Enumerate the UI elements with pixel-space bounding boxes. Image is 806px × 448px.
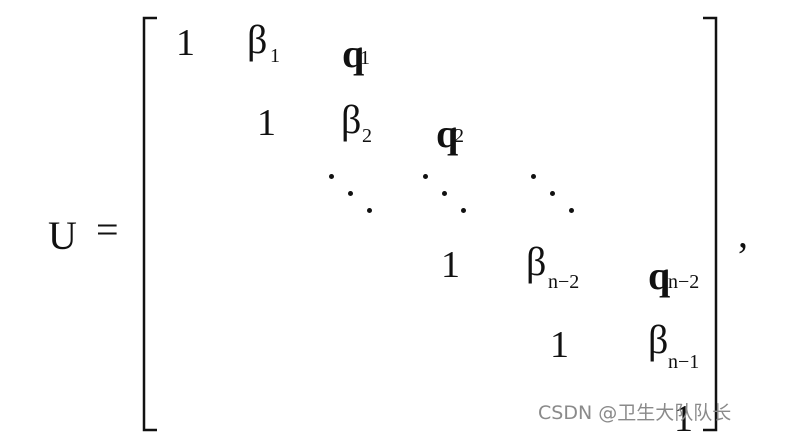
lhs-symbol: U (48, 213, 77, 258)
watermark-text: CSDN @卫生大队队长 (538, 402, 732, 424)
row2-q-subscript: 2 (454, 125, 464, 147)
row1-q-subscript: 1 (360, 47, 370, 69)
matrix-equation: U = 1 β 1 q 1 1 β 2 q 2 1 β n−2 q n−2 1 … (0, 0, 806, 448)
row4-beta-subscript: n−2 (548, 271, 580, 293)
trailing-comma: , (738, 211, 748, 256)
matrix-brackets (142, 16, 718, 432)
row1-beta-subscript: 1 (270, 45, 280, 67)
row4-q-subscript: n−2 (668, 271, 700, 293)
row5-beta: β (648, 317, 669, 362)
row5-beta-subscript: n−1 (668, 351, 700, 373)
row4-diagonal-one: 1 (441, 244, 460, 286)
row5-diagonal-one: 1 (550, 324, 569, 366)
row4-beta: β (526, 239, 547, 284)
row2-beta-subscript: 2 (362, 125, 372, 147)
row2-beta: β (341, 97, 362, 142)
row2-diagonal-one: 1 (257, 102, 276, 144)
row4-q: q (648, 253, 671, 298)
row1-diagonal-one: 1 (176, 22, 195, 64)
right-bracket (703, 16, 718, 432)
left-bracket (142, 16, 157, 432)
equals-sign: = (96, 207, 119, 252)
row1-beta: β (247, 17, 268, 62)
